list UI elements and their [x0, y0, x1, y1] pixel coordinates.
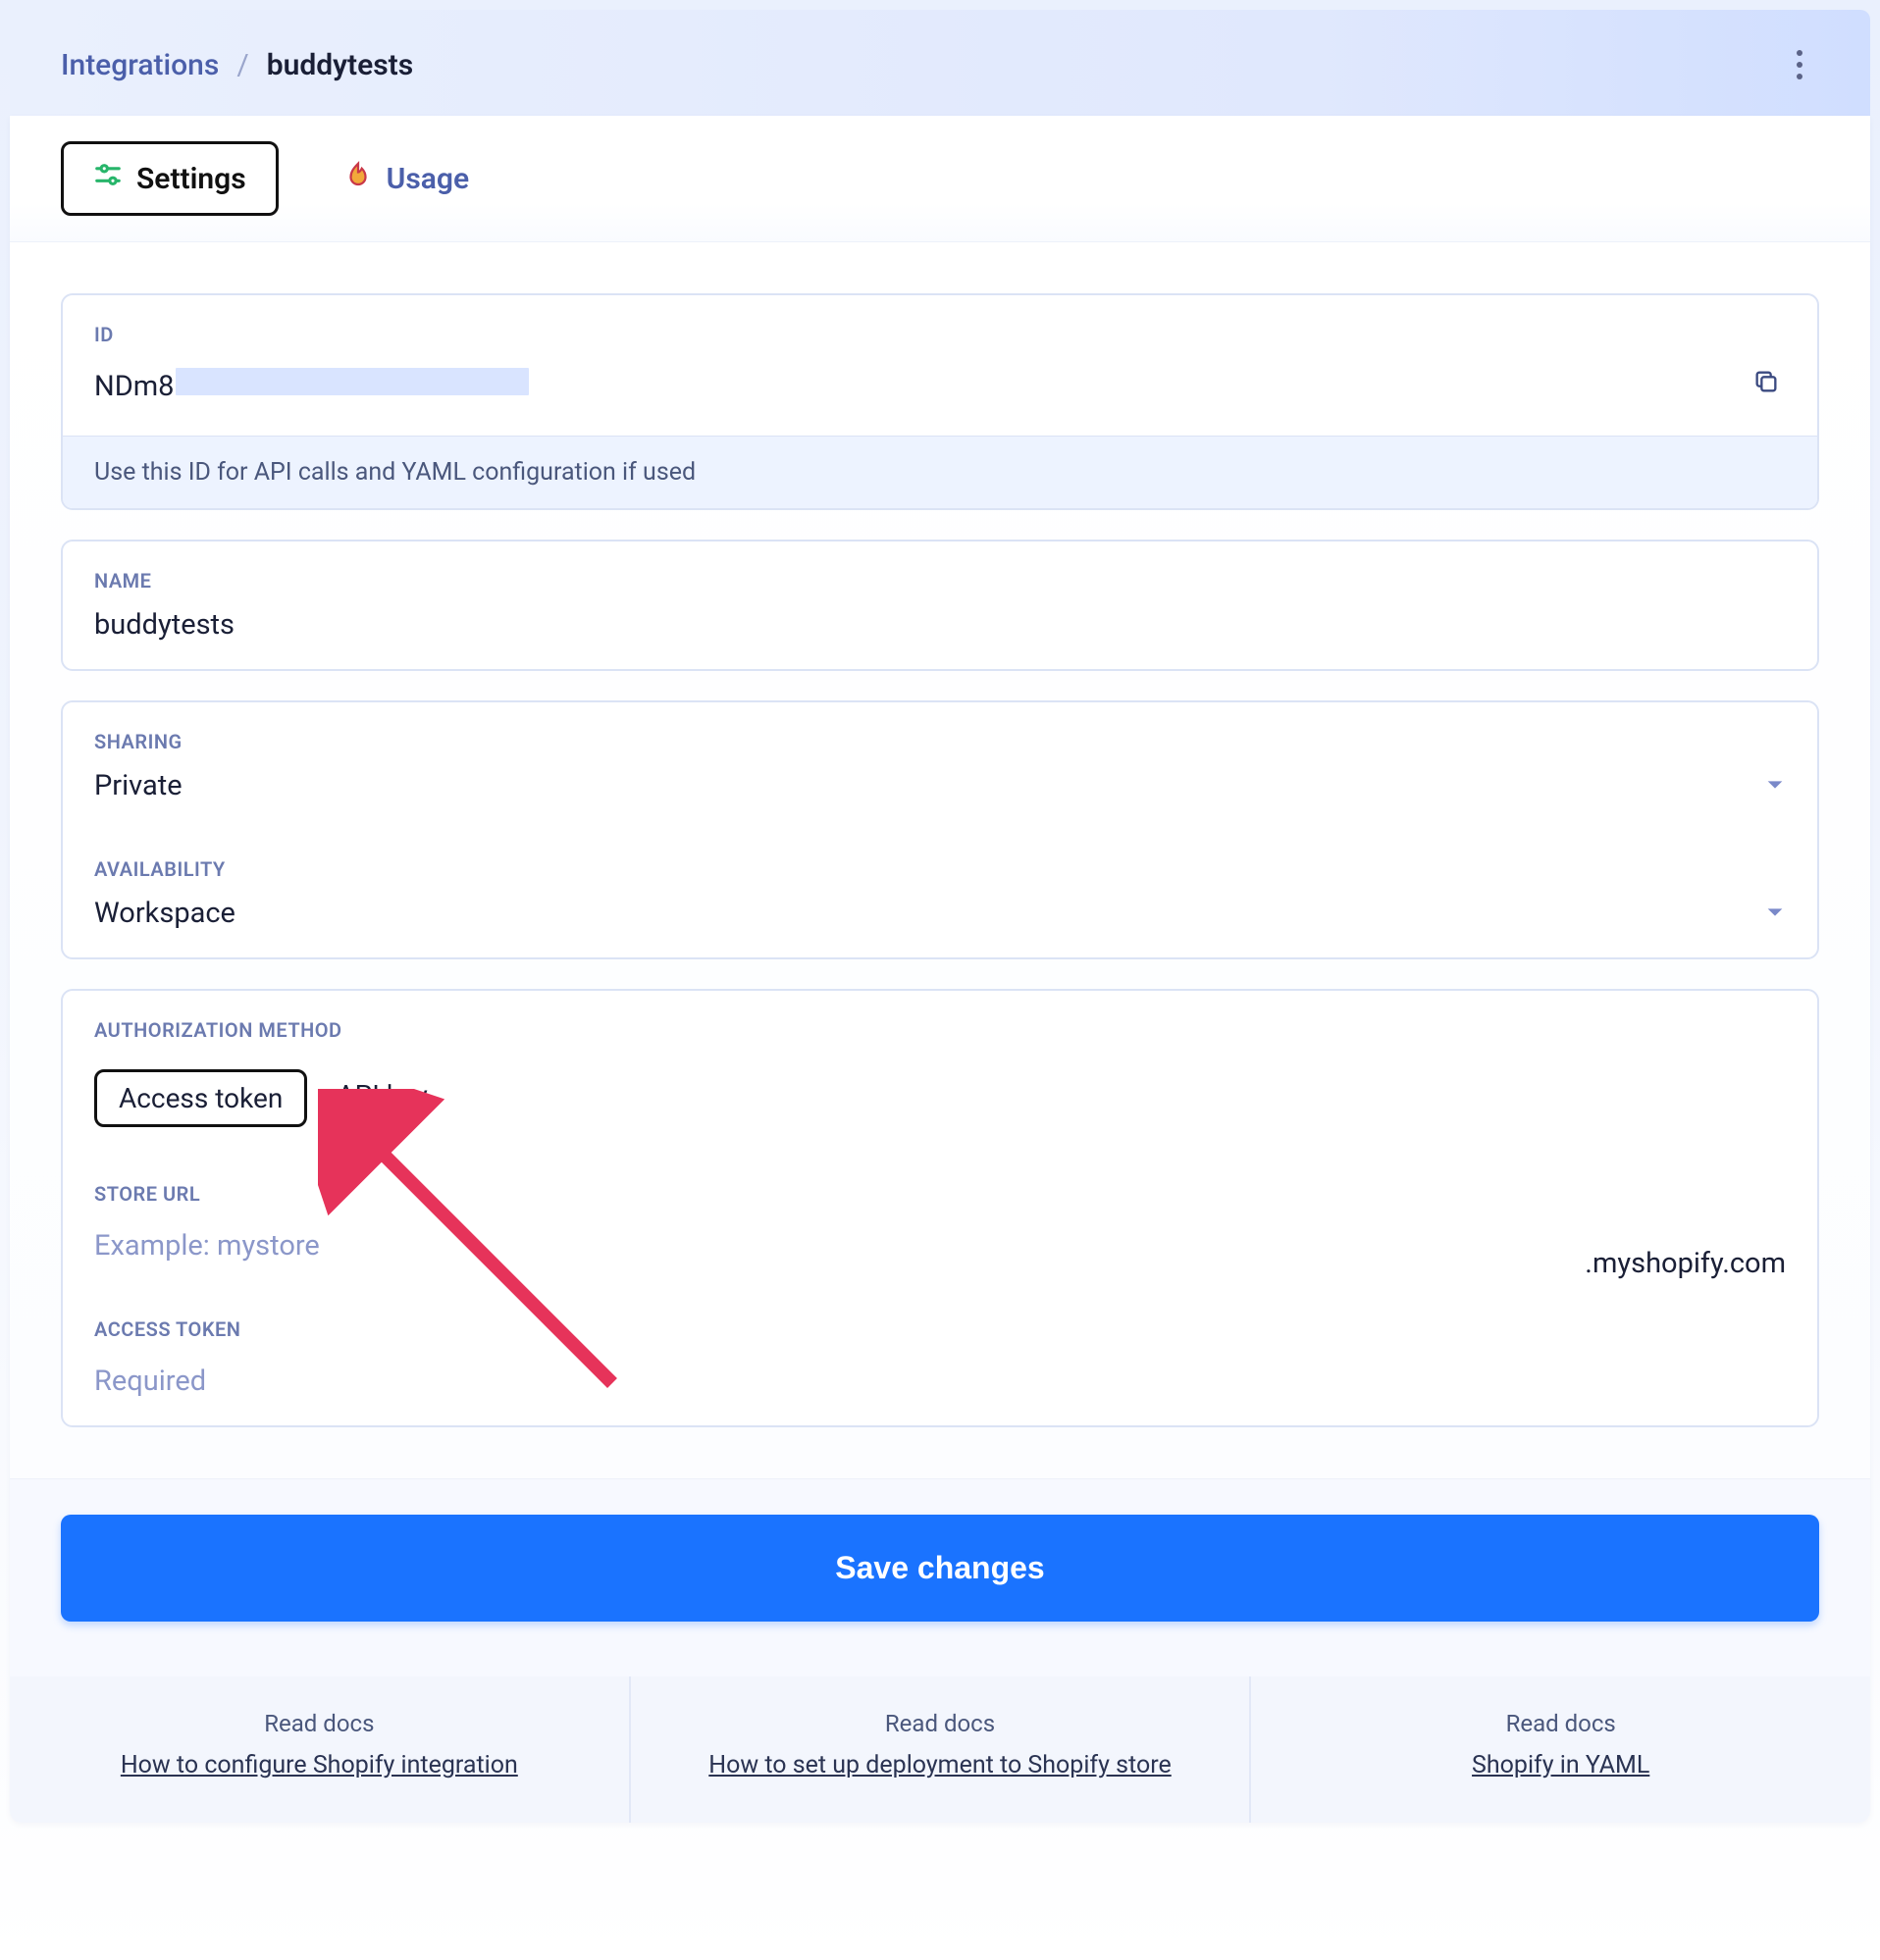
- kebab-menu-icon[interactable]: [1780, 45, 1819, 84]
- sharing-label: SHARING: [63, 702, 1817, 757]
- content-area: ID NDm8 Use this ID for API calls and YA…: [10, 242, 1870, 1478]
- id-card: ID NDm8 Use this ID for API calls and YA…: [61, 293, 1819, 510]
- doc-label: Read docs: [651, 1710, 1230, 1737]
- id-label: ID: [63, 295, 1817, 350]
- doc-link-yaml[interactable]: Shopify in YAML: [1271, 1751, 1851, 1779]
- id-prefix: NDm8: [94, 370, 174, 403]
- id-value: NDm8: [94, 368, 529, 403]
- breadcrumb-separator: /: [236, 48, 248, 82]
- name-value[interactable]: buddytests: [63, 596, 1817, 669]
- store-url-field[interactable]: Example: mystore .myshopify.com: [63, 1210, 1817, 1290]
- auth-option-access-token[interactable]: Access token: [94, 1069, 307, 1127]
- doc-link-deployment[interactable]: How to set up deployment to Shopify stor…: [651, 1751, 1230, 1779]
- tab-usage-label: Usage: [387, 162, 469, 196]
- chevron-down-icon: [1764, 770, 1786, 802]
- tab-usage[interactable]: Usage: [314, 144, 498, 213]
- id-hint: Use this ID for API calls and YAML confi…: [63, 436, 1817, 508]
- auth-option-api-key[interactable]: API key: [315, 1069, 448, 1127]
- access-token-field[interactable]: Required: [63, 1345, 1817, 1425]
- docs-row: Read docs How to configure Shopify integ…: [10, 1676, 1870, 1823]
- settings-sliders-icon: [93, 160, 123, 197]
- doc-label: Read docs: [1271, 1710, 1851, 1737]
- flame-icon: [343, 160, 373, 197]
- save-changes-button[interactable]: Save changes: [61, 1515, 1819, 1622]
- name-card: NAME buddytests: [61, 540, 1819, 671]
- store-url-input[interactable]: Example: mystore: [94, 1217, 1786, 1263]
- tabs: Settings Usage: [10, 116, 1870, 242]
- doc-label: Read docs: [29, 1710, 609, 1737]
- access-token-label: ACCESS TOKEN: [63, 1290, 1817, 1345]
- tab-settings[interactable]: Settings: [61, 141, 279, 216]
- sharing-select[interactable]: Private: [63, 757, 1817, 830]
- auth-method-label: AUTHORIZATION METHOD: [63, 991, 1817, 1046]
- save-area: Save changes: [10, 1478, 1870, 1676]
- doc-col-1: Read docs How to configure Shopify integ…: [10, 1676, 631, 1823]
- availability-select[interactable]: Workspace: [63, 885, 1817, 957]
- breadcrumb: Integrations / buddytests: [61, 48, 413, 82]
- doc-col-2: Read docs How to set up deployment to Sh…: [631, 1676, 1252, 1823]
- access-token-input[interactable]: Required: [94, 1353, 1786, 1398]
- tab-settings-label: Settings: [136, 162, 246, 196]
- sharing-value: Private: [94, 769, 183, 802]
- store-url-label: STORE URL: [63, 1155, 1817, 1210]
- copy-id-button[interactable]: [1747, 362, 1786, 408]
- auth-method-options: Access token API key: [94, 1069, 1786, 1127]
- main-panel: Settings Usage ID NDm8: [10, 116, 1870, 1823]
- sharing-availability-card: SHARING Private AVAILABILITY Workspace: [61, 700, 1819, 959]
- availability-value: Workspace: [94, 897, 235, 930]
- doc-col-3: Read docs Shopify in YAML: [1251, 1676, 1870, 1823]
- name-label: NAME: [63, 542, 1817, 596]
- auth-card: AUTHORIZATION METHOD Access token API ke…: [61, 989, 1819, 1427]
- doc-link-configure[interactable]: How to configure Shopify integration: [29, 1751, 609, 1779]
- store-url-suffix: .myshopify.com: [1585, 1247, 1786, 1280]
- breadcrumb-current: buddytests: [267, 48, 413, 82]
- breadcrumb-parent[interactable]: Integrations: [61, 48, 219, 82]
- availability-label: AVAILABILITY: [63, 830, 1817, 885]
- chevron-down-icon: [1764, 898, 1786, 930]
- page-header: Integrations / buddytests: [10, 10, 1870, 116]
- id-masked-portion: [176, 368, 529, 395]
